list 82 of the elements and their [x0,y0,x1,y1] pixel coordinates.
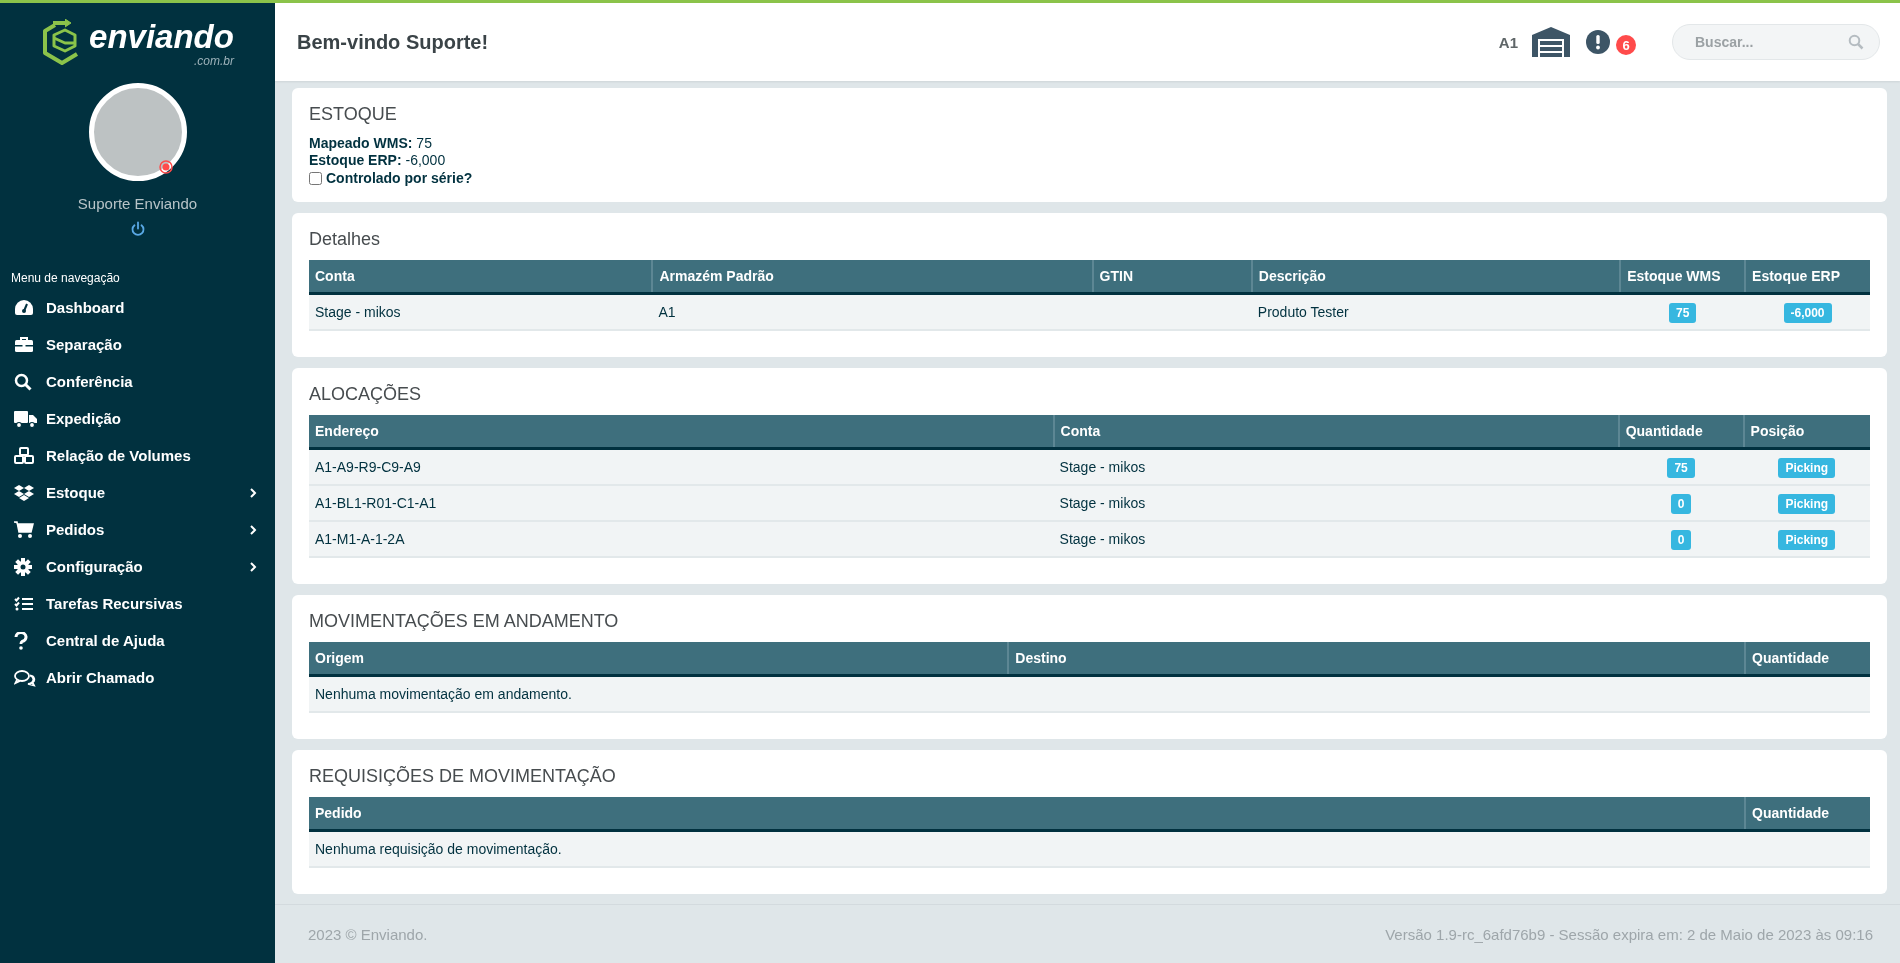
count-badge: 75 [1668,303,1697,323]
nav-item[interactable]: Central de Ajuda [0,622,275,659]
table-cell: A1-BL1-R01-C1-A1 [315,495,437,511]
table-cell: A1 [658,304,676,320]
column-header: Origem [309,642,1009,676]
column-header: Estoque WMS [1620,260,1746,294]
nav-item[interactable]: Conferência [0,363,275,400]
count-badge: Picking [1778,494,1836,514]
count-badge: Picking [1778,530,1836,550]
gauge-icon [14,298,34,317]
stock-field: Estoque ERP: -6,000 [309,152,1870,169]
card-title: Detalhes [309,229,382,250]
empty-message: Nenhuma movimentação em andamento. [315,686,572,702]
truck-icon [14,409,38,428]
boxes-icon [14,446,34,465]
table-cell: Stage - mikos [315,304,401,320]
notification-badge: 6 [1616,35,1636,55]
count-badge: -6,000 [1783,303,1832,323]
logo-wordmark: enviando [89,19,234,55]
column-header: Quantidade [1745,642,1870,676]
search-field[interactable]: Buscar... [1672,24,1880,60]
nav-item[interactable]: Dashboard [0,289,275,326]
cart-icon [14,520,34,539]
help-icon [14,631,28,650]
chevron-right-icon [249,560,257,573]
count-badge: Picking [1778,458,1836,478]
user-name: Suporte Enviando [77,195,198,212]
menu-title: Menu de navegação [11,271,121,285]
table-cell: A1-A9-R9-C9-A9 [315,459,421,475]
search-icon [1848,34,1864,50]
briefcase-icon [14,336,34,353]
column-header: Conta [309,260,653,294]
card-title: ALOCAÇÕES [309,384,423,405]
column-header: Endereço [309,415,1054,449]
column-header: Armazém Padrão [652,260,1093,294]
chevron-right-icon [249,523,257,536]
count-badge: 0 [1670,494,1692,514]
chevron-right-icon [249,486,257,499]
column-header: Posição [1743,415,1870,449]
count-badge: 75 [1667,458,1695,478]
serial-checkbox[interactable] [309,171,322,185]
column-header: Quantidade [1618,415,1744,449]
version-text: Versão 1.9-rc_6afd76b9 - Sessão expira em: 2 de Maio de 2023 às 09:16 [1385,925,1873,943]
nav-item[interactable]: Tarefas Recursivas [0,585,275,622]
alert-icon[interactable] [1586,30,1610,54]
warehouse-icon[interactable] [1532,27,1570,57]
nav-item[interactable]: Abrir Chamado [0,659,275,696]
column-header: Estoque ERP [1745,260,1870,294]
logo-domain: .com.br [193,55,234,67]
warehouse-code: A1 [1498,33,1518,51]
column-header: Destino [1008,642,1746,676]
status-dot-icon [158,160,173,174]
card-title: MOVIMENTAÇÕES EM ANDAMENTO [309,611,620,632]
chat-icon [14,668,36,687]
table-cell: Stage - mikos [1059,531,1146,547]
table-cell: Produto Tester [1257,304,1349,320]
count-badge: 0 [1670,530,1692,550]
card-title: ESTOQUE [309,104,398,125]
column-header: Pedido [309,797,1746,831]
card-title: REQUISIÇÕES DE MOVIMENTAÇÃO [309,766,617,787]
nav-item[interactable]: Relação de Volumes [0,437,275,474]
copyright-text: 2023 © Enviando. [308,925,428,943]
nav-item[interactable]: Pedidos [0,511,275,548]
table-cell: Stage - mikos [1059,495,1146,511]
nav-item[interactable]: Expedição [0,400,275,437]
column-header: Quantidade [1745,797,1870,831]
column-header: Descrição [1251,260,1621,294]
search-icon [14,372,32,391]
settings-icon [14,557,32,576]
column-header: GTIN [1092,260,1252,294]
table-cell: Stage - mikos [1059,459,1146,475]
power-icon[interactable] [129,221,146,237]
checkbox-label: Controlado por série? [326,170,473,186]
page-title: Bem-vindo Suporte! [297,30,489,54]
nav-item[interactable]: Configuração [0,548,275,585]
column-header: Conta [1053,415,1619,449]
checklist-icon [14,595,34,612]
nav-item[interactable]: Separação [0,326,275,363]
nav-item[interactable]: Estoque [0,474,275,511]
stock-field: Mapeado WMS: 75 [309,135,1870,152]
table-cell: A1-M1-A-1-2A [315,531,405,547]
empty-message: Nenhuma requisição de movimentação. [315,841,562,857]
